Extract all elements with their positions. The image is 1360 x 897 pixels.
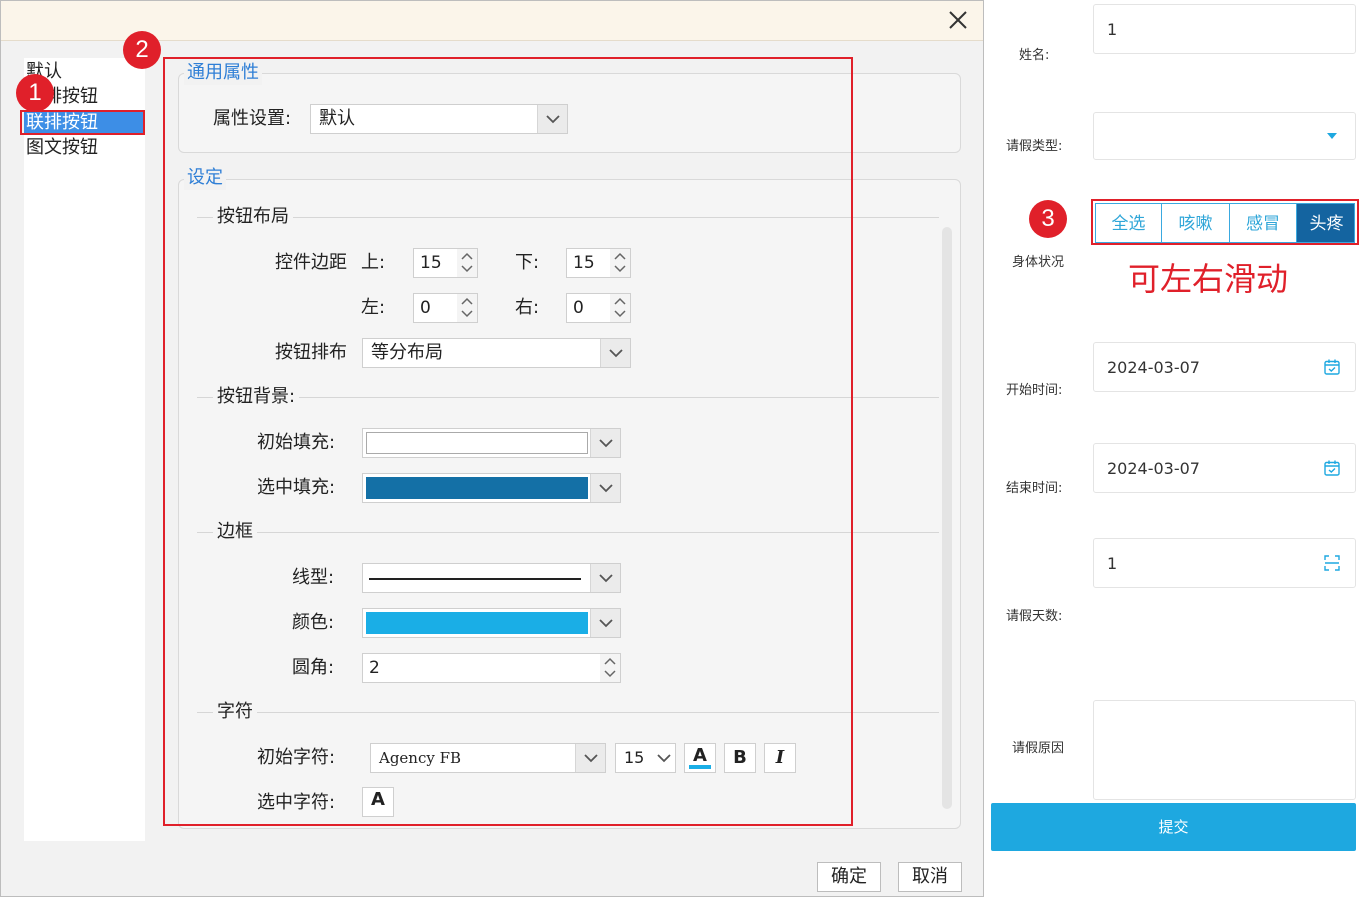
end-time-label: 结束时间: (1006, 481, 1063, 496)
reason-label: 请假原因 (1012, 741, 1065, 756)
submit-button[interactable]: 提交 (991, 803, 1356, 851)
scan-icon[interactable] (1323, 554, 1341, 572)
calendar-icon[interactable] (1323, 358, 1341, 376)
end-date-input[interactable]: 2024-03-07 (1093, 443, 1356, 493)
leave-type-select[interactable] (1093, 112, 1356, 160)
button-type-list: 默认 联排按钮 联排按钮 图文按钮 (24, 58, 145, 841)
slide-hint-text: 可左右滑动 (1128, 260, 1289, 298)
caret-down-icon[interactable] (1323, 127, 1341, 145)
scrollbar[interactable] (942, 227, 952, 809)
days-value: 1 (1107, 554, 1118, 573)
highlight-box-1 (20, 110, 145, 135)
button-style-dialog: 默认 联排按钮 联排按钮 图文按钮 1 通用属性 属性设置: 默认 设定 按钮布… (0, 0, 984, 897)
name-label: 姓名: (1019, 48, 1050, 63)
highlight-box-3 (1091, 199, 1359, 245)
reason-textarea[interactable] (1093, 700, 1356, 800)
days-label: 请假天数: (1006, 609, 1063, 624)
badge-2: 2 (123, 31, 161, 69)
badge-1: 1 (16, 74, 54, 112)
name-value: 1 (1107, 20, 1118, 39)
health-label: 身体状况 (1012, 255, 1065, 270)
cancel-button[interactable]: 取消 (898, 862, 962, 892)
days-input[interactable]: 1 (1093, 538, 1356, 588)
start-date-input[interactable]: 2024-03-07 (1093, 342, 1356, 392)
highlight-box-2 (163, 57, 853, 826)
start-time-label: 开始时间: (1006, 383, 1063, 398)
name-input[interactable]: 1 (1093, 4, 1356, 54)
leave-type-label: 请假类型: (1006, 139, 1063, 154)
calendar-icon[interactable] (1323, 459, 1341, 477)
close-icon[interactable] (947, 9, 969, 31)
badge-3: 3 (1029, 200, 1067, 238)
start-date-value: 2024-03-07 (1107, 358, 1200, 377)
type-item-image-text-button[interactable]: 图文按钮 (24, 135, 145, 160)
end-date-value: 2024-03-07 (1107, 459, 1200, 478)
ok-button[interactable]: 确定 (817, 862, 881, 892)
